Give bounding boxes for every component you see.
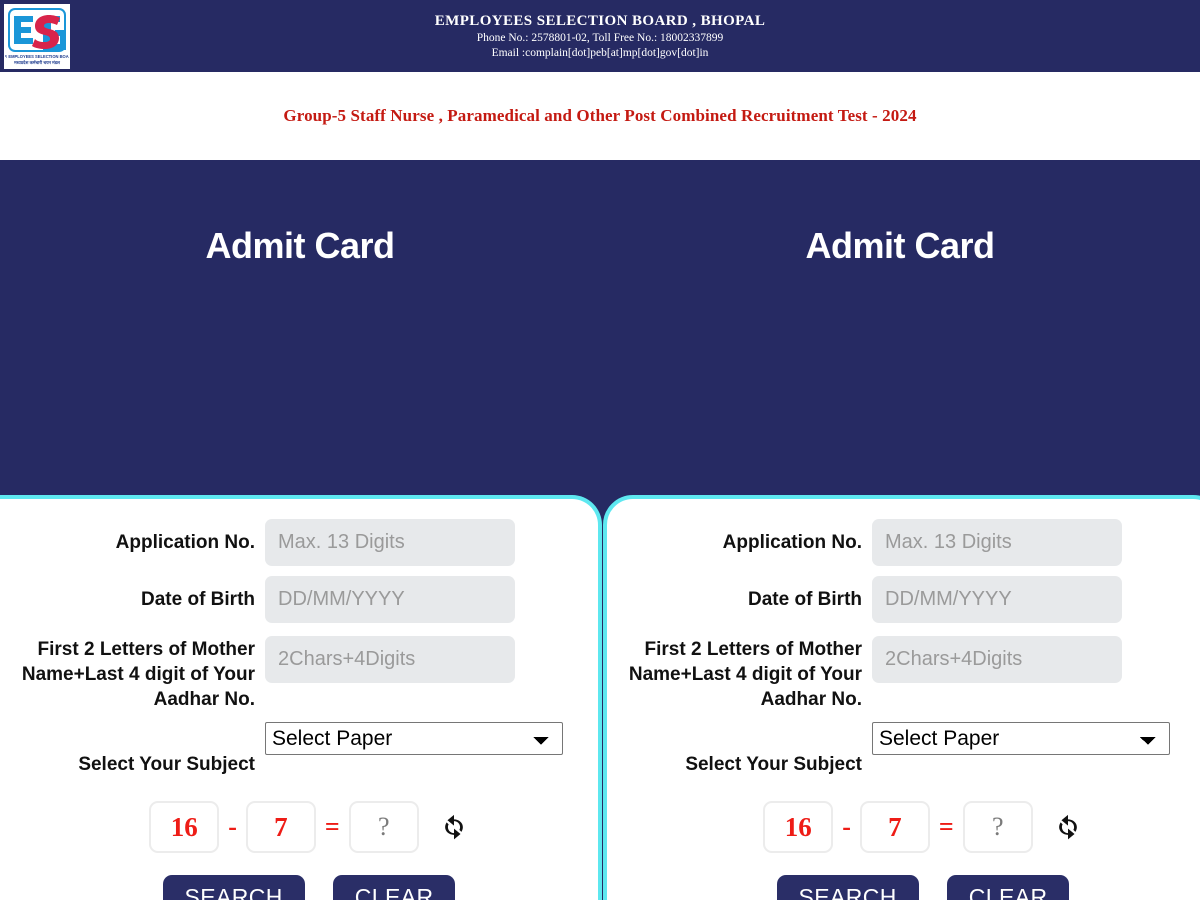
aadhar-row: First 2 Letters of Mother Name+Last 4 di… bbox=[0, 633, 598, 712]
page-title: Admit Card bbox=[805, 225, 995, 266]
captcha-operand-b: 7 bbox=[859, 801, 930, 853]
exam-title-band: Group-5 Staff Nurse , Paramedical and Ot… bbox=[0, 72, 1200, 160]
captcha-row: 16 - 7 = ? bbox=[607, 801, 1200, 853]
subject-label: Select Your Subject bbox=[78, 754, 255, 775]
org-phone: Phone No.: 2578801-02, Toll Free No.: 18… bbox=[476, 32, 724, 44]
application-no-row: Application No. bbox=[0, 519, 598, 566]
aadhar-label: First 2 Letters of Mother Name+Last 4 di… bbox=[21, 639, 255, 710]
refresh-icon bbox=[444, 814, 463, 840]
main-content: Admit Card Application No. Date of Birth bbox=[0, 160, 1200, 900]
captcha-answer-input[interactable]: ? bbox=[962, 801, 1033, 853]
captcha-answer-placeholder: ? bbox=[991, 812, 1004, 841]
captcha-operand-a: 16 bbox=[763, 801, 834, 853]
aadhar-input[interactable] bbox=[872, 636, 1122, 683]
exam-title: Group-5 Staff Nurse , Paramedical and Ot… bbox=[283, 106, 917, 125]
search-button[interactable]: SEARCH bbox=[776, 875, 919, 900]
admit-card-column-right: Admit Card Application No. Date of Birth bbox=[600, 160, 1200, 900]
captcha-equals: = bbox=[938, 812, 954, 841]
application-no-label: Application No. bbox=[722, 532, 862, 553]
captcha-equals: = bbox=[324, 812, 340, 841]
captcha-refresh-button[interactable] bbox=[1053, 812, 1083, 842]
subject-row: Select Your Subject Select Paper bbox=[607, 722, 1200, 777]
refresh-icon bbox=[1058, 814, 1077, 840]
logo-caption-en: M.P. EMPLOYEES SELECTION BOARD bbox=[5, 54, 69, 59]
page-title: Admit Card bbox=[205, 225, 395, 266]
org-email: Email :complain[dot]peb[at]mp[dot]gov[do… bbox=[491, 47, 709, 59]
captcha-refresh-button[interactable] bbox=[439, 812, 469, 842]
captcha-operator: - bbox=[842, 812, 851, 841]
clear-button[interactable]: CLEAR bbox=[332, 875, 456, 900]
dob-row: Date of Birth bbox=[0, 576, 598, 623]
logo-caption-hi: मध्यप्रदेश कर्मचारी चयन मंडल bbox=[13, 60, 61, 65]
org-title: EMPLOYEES SELECTION BOARD , BHOPAL bbox=[434, 13, 766, 29]
admit-card-column-left: Admit Card Application No. Date of Birth bbox=[0, 160, 602, 900]
dob-row: Date of Birth bbox=[607, 576, 1200, 623]
esb-logo: M.P. EMPLOYEES SELECTION BOARD मध्यप्रदे… bbox=[4, 4, 70, 69]
dob-input[interactable] bbox=[265, 576, 515, 623]
paper-select[interactable]: Select Paper bbox=[872, 722, 1170, 755]
captcha-operand-b: 7 bbox=[245, 801, 316, 853]
aadhar-input[interactable] bbox=[265, 636, 515, 683]
form-actions: SEARCH CLEAR bbox=[0, 875, 598, 900]
clear-button[interactable]: CLEAR bbox=[946, 875, 1070, 900]
application-no-row: Application No. bbox=[607, 519, 1200, 566]
aadhar-row: First 2 Letters of Mother Name+Last 4 di… bbox=[607, 633, 1200, 712]
captcha-operator: - bbox=[228, 812, 237, 841]
captcha-operand-a: 16 bbox=[149, 801, 220, 853]
form-actions: SEARCH CLEAR bbox=[607, 875, 1200, 900]
captcha-answer-input[interactable]: ? bbox=[348, 801, 419, 853]
captcha-answer-placeholder: ? bbox=[377, 812, 390, 841]
captcha-row: 16 - 7 = ? bbox=[0, 801, 598, 853]
dob-label: Date of Birth bbox=[748, 589, 862, 610]
application-no-input[interactable] bbox=[265, 519, 515, 566]
subject-row: Select Your Subject Select Paper bbox=[0, 722, 598, 777]
paper-select[interactable]: Select Paper bbox=[265, 722, 563, 755]
subject-label: Select Your Subject bbox=[685, 754, 862, 775]
site-header: M.P. EMPLOYEES SELECTION BOARD मध्यप्रदे… bbox=[0, 0, 1200, 72]
application-no-input[interactable] bbox=[872, 519, 1122, 566]
admit-card-form-panel: Application No. Date of Birth First 2 Le… bbox=[603, 495, 1200, 900]
search-button[interactable]: SEARCH bbox=[162, 875, 305, 900]
dob-input[interactable] bbox=[872, 576, 1122, 623]
admit-card-form-panel: Application No. Date of Birth First 2 Le… bbox=[0, 495, 602, 900]
header-text-block: EMPLOYEES SELECTION BOARD , BHOPAL Phone… bbox=[0, 11, 1200, 61]
application-no-label: Application No. bbox=[115, 532, 255, 553]
esb-logo-icon: M.P. EMPLOYEES SELECTION BOARD मध्यप्रदे… bbox=[5, 8, 69, 65]
dob-label: Date of Birth bbox=[141, 589, 255, 610]
aadhar-label: First 2 Letters of Mother Name+Last 4 di… bbox=[628, 639, 862, 710]
admit-card-columns: Admit Card Application No. Date of Birth bbox=[0, 160, 1200, 900]
